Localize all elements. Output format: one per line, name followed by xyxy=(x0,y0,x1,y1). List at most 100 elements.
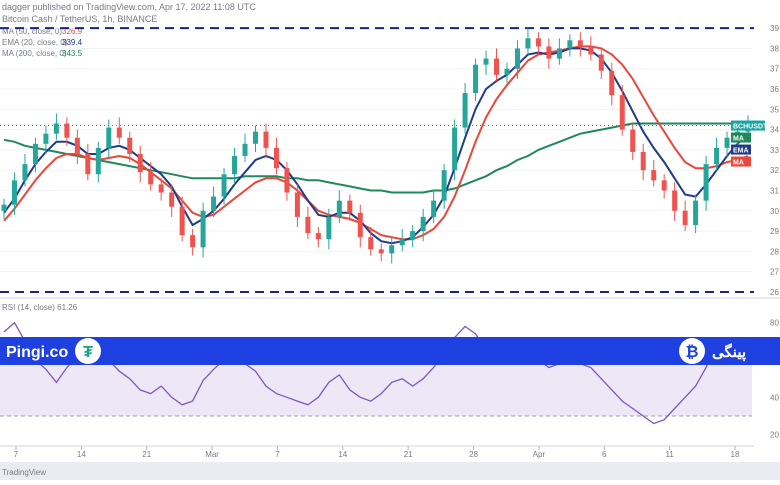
bitcoin-glyph: ₿ xyxy=(685,343,698,361)
y-tick-label: 33 xyxy=(770,146,779,155)
price-chart[interactable]: dagger published on TradingView.com, Apr… xyxy=(0,0,780,480)
candle-body xyxy=(514,48,520,69)
tradingview-footer: TradingView xyxy=(2,468,46,477)
candle-body xyxy=(693,200,699,225)
candle-body xyxy=(682,210,688,225)
candle-body xyxy=(714,147,720,165)
candle-body xyxy=(74,137,80,154)
candle-body xyxy=(211,196,217,211)
candle-body xyxy=(504,68,510,75)
publisher-line: dagger published on TradingView.com, Apr… xyxy=(2,2,256,12)
candle-body xyxy=(263,131,269,148)
rsi-tick-label: 40 xyxy=(770,393,779,402)
candle-body xyxy=(116,127,122,138)
x-tick-label: 14 xyxy=(338,450,347,459)
candle-body xyxy=(420,216,426,232)
candle-body xyxy=(389,245,395,254)
candle-body xyxy=(703,164,709,201)
price-tag-label: MA xyxy=(733,136,744,143)
y-tick-label: 30 xyxy=(770,207,779,216)
x-tick-label: 21 xyxy=(142,450,151,459)
candle-body xyxy=(556,48,562,59)
candle-body xyxy=(179,206,185,236)
candle-body xyxy=(232,155,238,175)
candle-body xyxy=(462,93,468,128)
candle-body xyxy=(672,190,678,211)
price-tag-label: MA xyxy=(733,160,744,167)
candle-body xyxy=(378,249,384,254)
candle-body xyxy=(32,143,38,165)
y-tick-label: 29 xyxy=(770,227,779,236)
watermark-banner xyxy=(0,337,780,365)
candle-body xyxy=(619,95,625,130)
candle-body xyxy=(326,216,332,240)
candle-body xyxy=(273,147,279,169)
x-tick-label: 18 xyxy=(731,450,740,459)
y-tick-label: 36 xyxy=(770,85,779,94)
x-tick-label: 11 xyxy=(665,450,674,459)
x-tick-label: 7 xyxy=(275,450,280,459)
candle-body xyxy=(651,170,657,181)
candle-body xyxy=(169,192,175,207)
rsi-tick-label: 80 xyxy=(770,319,779,328)
candle-body xyxy=(494,58,500,75)
candle-body xyxy=(535,38,541,47)
candle-body xyxy=(357,212,363,238)
candle-body xyxy=(577,40,583,47)
x-tick-label: 6 xyxy=(602,450,607,459)
candle-body xyxy=(221,174,227,197)
candle-body xyxy=(1,204,7,211)
legend-label: EMA (20, close, 0) xyxy=(2,38,68,47)
legend-value: 339.4 xyxy=(62,38,83,47)
y-tick-label: 28 xyxy=(770,247,779,256)
y-tick-label: 38 xyxy=(770,44,779,53)
candle-body xyxy=(284,168,290,193)
candle-body xyxy=(190,235,196,248)
candle-body xyxy=(148,172,154,185)
candle-body xyxy=(724,137,730,148)
rsi-label: RSI (14, close) 61.26 xyxy=(2,303,78,312)
candle-body xyxy=(452,127,458,171)
candle-body xyxy=(368,237,374,250)
candle-body xyxy=(473,64,479,94)
candle-body xyxy=(106,127,112,148)
price-tag-label: BCHUSDT xyxy=(733,124,768,131)
y-tick-label: 26 xyxy=(770,288,779,297)
x-tick-label: 14 xyxy=(77,450,86,459)
candle-body xyxy=(11,180,17,205)
candle-body xyxy=(483,58,489,65)
candle-body xyxy=(336,200,342,217)
candle-body xyxy=(661,180,667,191)
y-tick-label: 34 xyxy=(770,126,779,135)
candle-body xyxy=(242,143,248,156)
candle-body xyxy=(305,216,311,234)
candle-body xyxy=(85,153,91,175)
rsi-tick-label: 20 xyxy=(770,431,779,440)
tether-glyph: ₮ xyxy=(83,344,93,361)
chart-stage: dagger published on TradingView.com, Apr… xyxy=(0,0,780,480)
x-tick-label: Apr xyxy=(533,450,546,459)
x-tick-label: 21 xyxy=(404,450,413,459)
symbol-line: Bitcoin Cash / TetherUS, 1h, BINANCE xyxy=(2,14,157,24)
y-tick-label: 32 xyxy=(770,166,779,175)
candle-body xyxy=(252,131,258,144)
candle-body xyxy=(630,129,636,152)
candle-body xyxy=(441,170,447,201)
x-tick-label: 28 xyxy=(469,450,478,459)
legend-value: 343.5 xyxy=(62,49,83,58)
x-tick-label: Mar xyxy=(205,450,219,459)
y-tick-label: 31 xyxy=(770,186,779,195)
y-tick-label: 37 xyxy=(770,65,779,74)
pingi-persian-wordmark: پینگی xyxy=(712,343,746,362)
candle-body xyxy=(43,133,49,144)
candle-body xyxy=(294,192,300,217)
pingi-wordmark: Pingi.co xyxy=(6,344,68,361)
candle-body xyxy=(95,147,101,175)
y-tick-label: 27 xyxy=(770,268,779,277)
price-tag-label: EMA xyxy=(733,148,749,155)
candle-body xyxy=(525,38,531,49)
candle-body xyxy=(567,40,573,49)
candle-body xyxy=(546,46,552,59)
candle-body xyxy=(588,46,594,55)
candle-body xyxy=(22,164,28,181)
